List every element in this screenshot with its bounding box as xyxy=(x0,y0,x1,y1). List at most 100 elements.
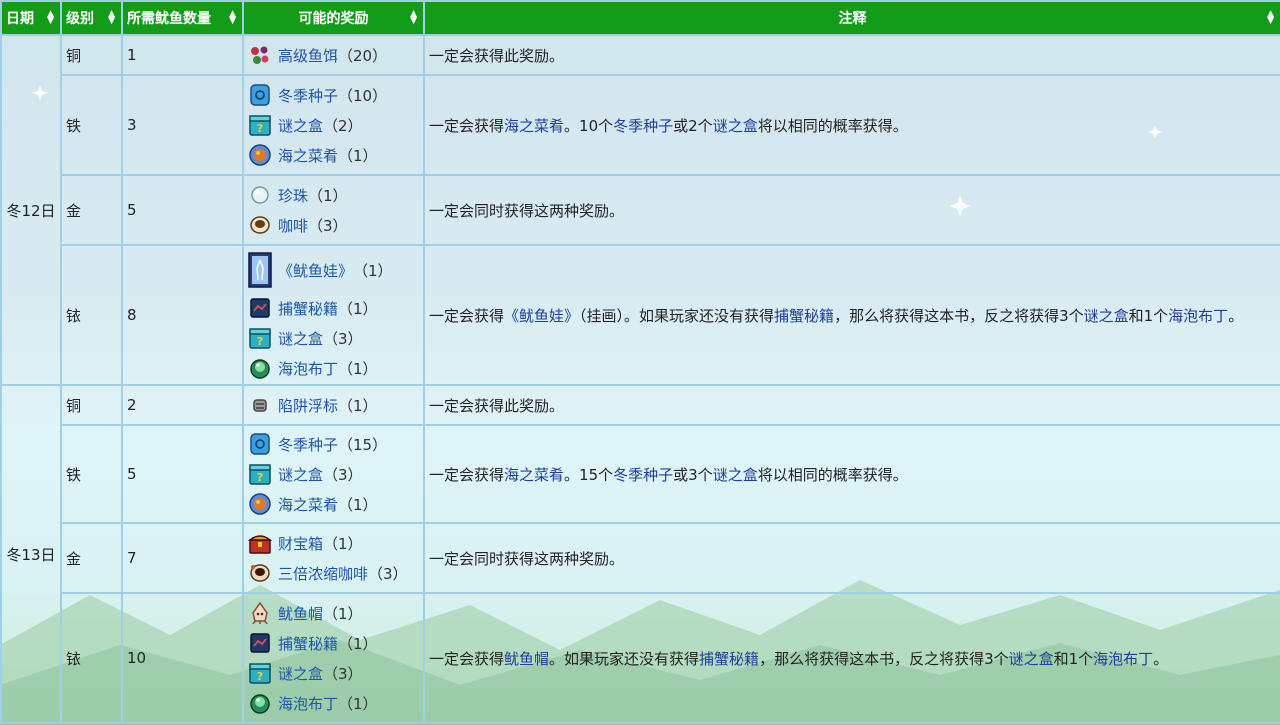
note-link[interactable]: 海泡布丁 xyxy=(1093,650,1153,668)
squid-count-cell: 5 xyxy=(121,174,244,246)
reward-link[interactable]: 财宝箱 xyxy=(278,533,323,554)
reward-link[interactable]: 海泡布丁 xyxy=(278,693,338,714)
note-link[interactable]: 海泡布丁 xyxy=(1168,307,1228,325)
reward-quantity: （1） xyxy=(338,694,378,713)
note-text: 一定会同时获得这两种奖励。 xyxy=(429,201,625,220)
reward-link[interactable]: 《鱿鱼娃》 xyxy=(278,260,353,281)
reward-link[interactable]: 陷阱浮标 xyxy=(278,395,338,416)
squid-count-cell: 8 xyxy=(121,244,244,386)
header-date[interactable]: 日期 ▲ ▼ xyxy=(0,0,62,36)
reward-link[interactable]: 海之菜肴 xyxy=(278,494,338,515)
reward-link[interactable]: 谜之盒 xyxy=(278,328,323,349)
reward-link[interactable]: 三倍浓缩咖啡 xyxy=(278,563,368,584)
reward-item: 冬季种子 （15） xyxy=(244,429,423,459)
note-text: 一定会获得 xyxy=(429,465,505,484)
reward-link[interactable]: 海之菜肴 xyxy=(278,145,338,166)
reward-item: 三倍浓缩咖啡 （3） xyxy=(244,558,423,588)
table-row: 金 7 财宝箱 （1） 三倍浓缩咖啡 （3） 一定会同时获得这两种奖励。 xyxy=(1,522,1280,594)
reward-quantity: （1） xyxy=(353,261,393,280)
reward-quantity: （1） xyxy=(323,604,363,623)
level-cell: 铁 xyxy=(60,424,123,524)
reward-link[interactable]: 海泡布丁 xyxy=(278,358,338,379)
reward-link[interactable]: 谜之盒 xyxy=(278,464,323,485)
notes-cell: 一定会获得鱿鱼帽。如果玩家还没有获得捕蟹秘籍，那么将获得这本书，反之将获得3个谜… xyxy=(423,592,1280,724)
pearl-icon xyxy=(248,183,272,207)
rewards-cell: 财宝箱 （1） 三倍浓缩咖啡 （3） xyxy=(242,522,425,594)
reward-quantity: （1） xyxy=(338,299,378,318)
note-link[interactable]: 鱿鱼帽 xyxy=(504,650,549,668)
reward-quantity: （2） xyxy=(323,116,363,135)
notes-cell: 一定会获得海之菜肴。15个冬季种子或3个谜之盒将以相同的概率获得。 xyxy=(423,424,1280,524)
reward-quantity: （1） xyxy=(338,495,378,514)
note-link[interactable]: 捕蟹秘籍 xyxy=(699,650,759,668)
berry-bait-icon xyxy=(248,43,272,67)
note-text: 和1个 xyxy=(1128,306,1169,325)
reward-quantity: （1） xyxy=(338,359,378,378)
reward-item: 陷阱浮标 （1） xyxy=(244,390,423,420)
note-link[interactable]: 海之菜肴 xyxy=(504,117,564,135)
reward-quantity: （3） xyxy=(368,564,408,583)
sort-icon[interactable]: ▲ ▼ xyxy=(108,10,115,26)
note-text: 。10个 xyxy=(564,116,614,135)
header-level[interactable]: 级别 ▲ ▼ xyxy=(60,0,123,36)
reward-link[interactable]: 鱿鱼帽 xyxy=(278,603,323,624)
book-icon xyxy=(248,296,272,320)
note-link[interactable]: 谜之盒 xyxy=(1084,307,1129,325)
triple-espresso-icon xyxy=(248,561,272,585)
sort-icon[interactable]: ▲ ▼ xyxy=(410,10,417,26)
level-cell: 金 xyxy=(60,174,123,246)
mystery-box-icon: ? xyxy=(248,326,272,350)
note-link[interactable]: 谜之盒 xyxy=(713,117,758,135)
note-link[interactable]: 捕蟹秘籍 xyxy=(774,307,834,325)
squid-count-cell: 5 xyxy=(121,424,244,524)
reward-item: ? 谜之盒 （3） xyxy=(244,323,423,353)
reward-quantity: （3） xyxy=(323,329,363,348)
squid-count-cell: 7 xyxy=(121,522,244,594)
reward-link[interactable]: 冬季种子 xyxy=(278,434,338,455)
reward-item: 海泡布丁 （1） xyxy=(244,688,423,718)
reward-link[interactable]: 捕蟹秘籍 xyxy=(278,298,338,319)
reward-item: 海泡布丁 （1） xyxy=(244,353,423,383)
reward-item: 捕蟹秘籍 （1） xyxy=(244,628,423,658)
reward-item: 鱿鱼帽 （1） xyxy=(244,598,423,628)
sort-icon[interactable]: ▲ ▼ xyxy=(229,10,236,26)
mystery-box-icon: ? xyxy=(248,113,272,137)
svg-text:?: ? xyxy=(257,335,263,348)
note-link[interactable]: 冬季种子 xyxy=(613,117,673,135)
reward-quantity: （1） xyxy=(323,534,363,553)
reward-quantity: （1） xyxy=(338,634,378,653)
reward-link[interactable]: 谜之盒 xyxy=(278,663,323,684)
date-cell: 冬12日 xyxy=(0,34,62,386)
reward-link[interactable]: 高级鱼饵 xyxy=(278,45,338,66)
reward-link[interactable]: 咖啡 xyxy=(278,215,308,236)
header-squid-count[interactable]: 所需鱿鱼数量 ▲ ▼ xyxy=(121,0,244,36)
table-row: 金 5 珍珠 （1） 咖啡 （3） 一定会同时获得这两种奖励。 xyxy=(1,174,1280,246)
reward-link[interactable]: 珍珠 xyxy=(278,185,308,206)
header-notes[interactable]: 注释 ▲ ▼ xyxy=(423,0,1280,36)
reward-link[interactable]: 捕蟹秘籍 xyxy=(278,633,338,654)
level-cell: 铜 xyxy=(60,384,123,426)
notes-cell: 一定会获得《鱿鱼娃》（挂画）。如果玩家还没有获得捕蟹秘籍，那么将获得这本书，反之… xyxy=(423,244,1280,386)
mystery-box-icon: ? xyxy=(248,661,272,685)
reward-item: 珍珠 （1） xyxy=(244,180,423,210)
sort-icon[interactable]: ▲ ▼ xyxy=(1267,10,1274,26)
rewards-cell: 鱿鱼帽 （1） 捕蟹秘籍 （1）? 谜之盒 （3） 海泡布丁 （1） xyxy=(242,592,425,724)
note-link[interactable]: 冬季种子 xyxy=(613,466,673,484)
svg-text:?: ? xyxy=(257,471,263,484)
seed-packet-icon xyxy=(248,432,272,456)
reward-link[interactable]: 冬季种子 xyxy=(278,85,338,106)
table-row: 铁 3 冬季种子 （10）? 谜之盒 （2） 海之菜肴 （1） 一定会获得海之菜肴。10个冬季种… xyxy=(1,74,1280,176)
table-row: 铁 5 冬季种子 （15）? 谜之盒 （3） 海之菜肴 （1） 一定会获得海之菜肴。15个冬季种… xyxy=(1,424,1280,524)
level-cell: 铱 xyxy=(60,592,123,724)
note-link[interactable]: 《鱿鱼娃》 xyxy=(504,307,579,325)
note-link[interactable]: 海之菜肴 xyxy=(504,466,564,484)
squid-hat-icon xyxy=(248,601,272,625)
note-link[interactable]: 谜之盒 xyxy=(713,466,758,484)
header-rewards[interactable]: 可能的奖励 ▲ ▼ xyxy=(242,0,425,36)
level-cell: 金 xyxy=(60,522,123,594)
sort-icon[interactable]: ▲ ▼ xyxy=(47,10,54,26)
note-link[interactable]: 谜之盒 xyxy=(1009,650,1054,668)
reward-link[interactable]: 谜之盒 xyxy=(278,115,323,136)
note-text: ，那么将获得这本书，反之将获得3个 xyxy=(834,306,1084,325)
reward-item: ? 谜之盒 （3） xyxy=(244,658,423,688)
